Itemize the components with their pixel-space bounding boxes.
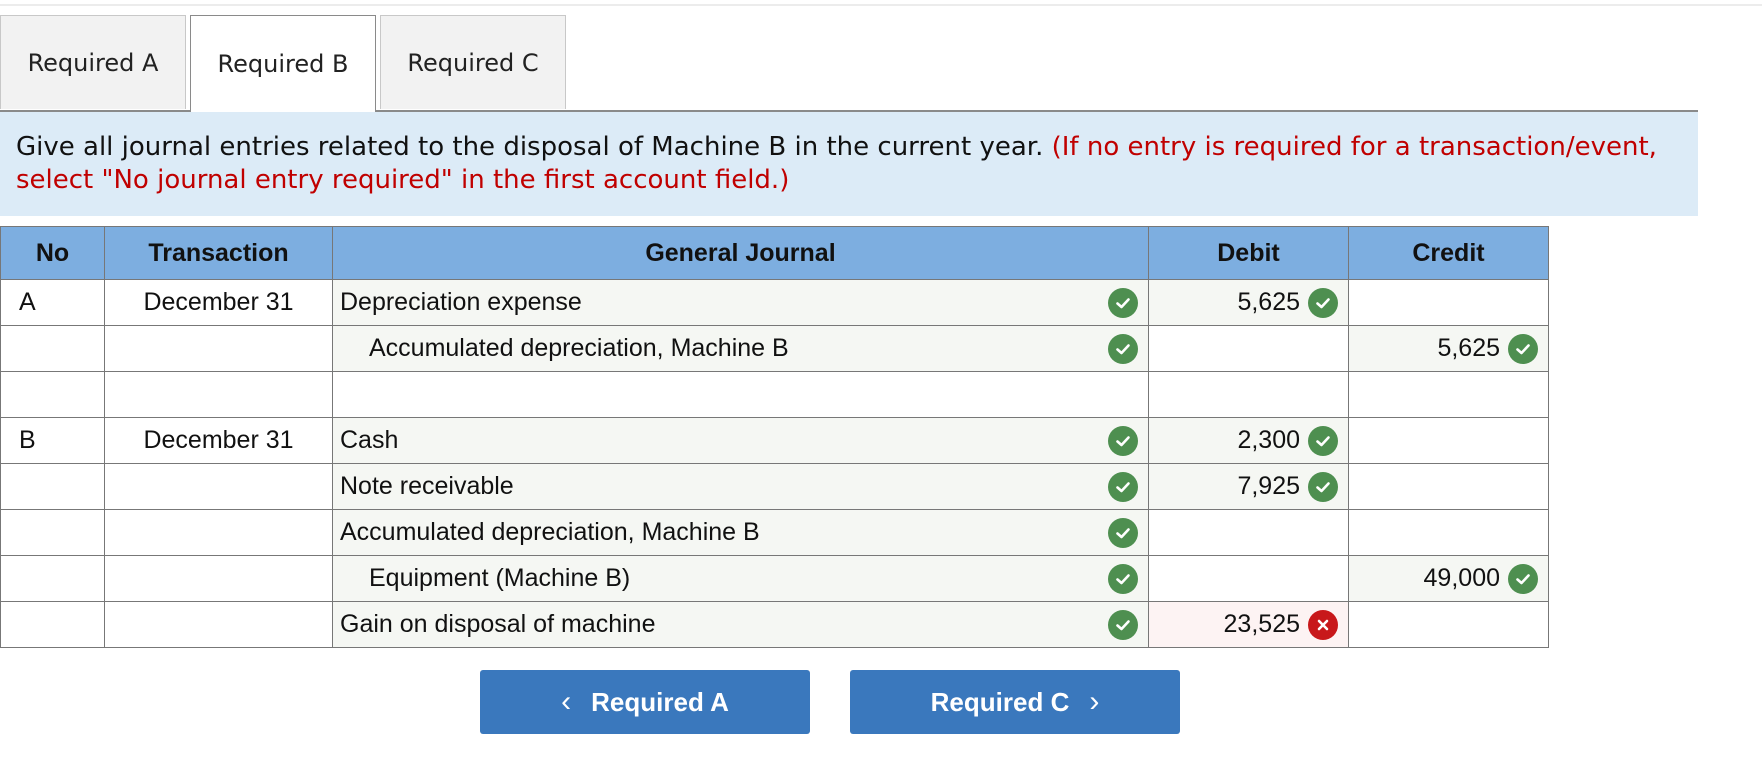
cell-transaction <box>104 601 333 648</box>
debit-amount: 5,625 <box>1237 288 1300 316</box>
x-circle-icon <box>1308 609 1338 640</box>
check-circle-icon <box>1308 287 1338 318</box>
col-header-debit: Debit <box>1148 226 1349 280</box>
debit-field[interactable] <box>1148 509 1349 556</box>
check-circle-icon <box>1108 425 1138 456</box>
account-name: Accumulated depreciation, Machine B <box>369 334 789 362</box>
check-circle-icon <box>1108 563 1138 594</box>
account-name: Equipment (Machine B) <box>369 564 631 592</box>
credit-field[interactable] <box>1348 463 1549 510</box>
cell-transaction <box>104 325 333 372</box>
tab-required-b[interactable]: Required B <box>190 15 376 112</box>
debit-amount: 23,525 <box>1223 610 1300 638</box>
credit-field[interactable] <box>1348 601 1549 648</box>
check-circle-icon <box>1108 287 1138 318</box>
account-name: Accumulated depreciation, Machine B <box>340 518 760 546</box>
check-circle-icon <box>1308 425 1338 456</box>
cell-transaction <box>104 463 333 510</box>
table-row <box>0 371 1549 418</box>
account-name: Cash <box>340 426 399 454</box>
top-divider <box>0 4 1762 6</box>
prev-required-a-button[interactable]: ‹ Required A <box>480 670 810 734</box>
table-row: B December 31 Cash 2,300 <box>0 417 1549 464</box>
tab-required-a[interactable]: Required A <box>0 15 186 109</box>
col-header-general-journal: General Journal <box>332 226 1149 280</box>
table-row: Note receivable 7,925 <box>0 463 1549 510</box>
debit-field[interactable] <box>1148 555 1349 602</box>
next-button-label: Required C <box>930 686 1070 717</box>
table-row: Accumulated depreciation, Machine B 5,625 <box>0 325 1549 372</box>
check-circle-icon <box>1108 471 1138 502</box>
check-circle-icon <box>1308 471 1338 502</box>
credit-field[interactable]: 5,625 <box>1348 325 1549 372</box>
col-header-transaction: Transaction <box>104 226 333 280</box>
journal-table: No Transaction General Journal Debit Cre… <box>0 226 1549 648</box>
tab-required-c[interactable]: Required C <box>380 15 566 109</box>
credit-field[interactable] <box>1348 371 1549 418</box>
debit-amount: 2,300 <box>1237 426 1300 454</box>
col-header-credit: Credit <box>1348 226 1549 280</box>
account-name: Gain on disposal of machine <box>340 610 656 638</box>
credit-amount: 49,000 <box>1423 564 1500 592</box>
table-row: Gain on disposal of machine 23,525 <box>0 601 1549 648</box>
check-circle-icon <box>1108 333 1138 364</box>
cell-transaction <box>104 509 333 556</box>
debit-amount: 7,925 <box>1237 472 1300 500</box>
credit-amount: 5,625 <box>1437 334 1500 362</box>
cell-no <box>0 463 105 510</box>
account-field[interactable]: Note receivable <box>332 463 1149 510</box>
check-circle-icon <box>1508 563 1538 594</box>
account-name: Note receivable <box>340 472 514 500</box>
check-circle-icon <box>1108 517 1138 548</box>
credit-field[interactable]: 49,000 <box>1348 555 1549 602</box>
cell-transaction <box>104 371 333 418</box>
credit-field[interactable] <box>1348 417 1549 464</box>
account-field[interactable]: Accumulated depreciation, Machine B <box>332 509 1149 556</box>
cell-no <box>0 601 105 648</box>
debit-field[interactable]: 5,625 <box>1148 279 1349 326</box>
cell-no <box>0 555 105 602</box>
account-field[interactable]: Accumulated depreciation, Machine B <box>332 325 1149 372</box>
table-row: Equipment (Machine B) 49,000 <box>0 555 1549 602</box>
debit-field[interactable]: 2,300 <box>1148 417 1349 464</box>
table-row: Accumulated depreciation, Machine B <box>0 509 1549 556</box>
account-field[interactable]: Depreciation expense <box>332 279 1149 326</box>
table-row: A December 31 Depreciation expense 5,625 <box>0 279 1549 326</box>
next-required-c-button[interactable]: Required C › <box>850 670 1180 734</box>
instructions-panel: Give all journal entries related to the … <box>0 111 1698 216</box>
account-field[interactable]: Equipment (Machine B) <box>332 555 1149 602</box>
col-header-no: No <box>0 226 105 280</box>
cell-transaction: December 31 <box>104 417 333 464</box>
cell-transaction: December 31 <box>104 279 333 326</box>
debit-field[interactable]: 23,525 <box>1148 601 1349 648</box>
cell-no <box>0 371 105 418</box>
debit-field[interactable]: 7,925 <box>1148 463 1349 510</box>
account-field[interactable] <box>332 371 1149 418</box>
credit-field[interactable] <box>1348 509 1549 556</box>
account-field[interactable]: Cash <box>332 417 1149 464</box>
cell-transaction <box>104 555 333 602</box>
chevron-left-icon: ‹ <box>561 685 572 718</box>
debit-field[interactable] <box>1148 325 1349 372</box>
account-name: Depreciation expense <box>340 288 582 316</box>
instructions-text: Give all journal entries related to the … <box>16 132 1044 162</box>
cell-no <box>0 509 105 556</box>
check-circle-icon <box>1508 333 1538 364</box>
prev-button-label: Required A <box>591 686 729 717</box>
table-header-row: No Transaction General Journal Debit Cre… <box>0 226 1549 280</box>
cell-no: A <box>0 279 105 326</box>
debit-field[interactable] <box>1148 371 1349 418</box>
cell-no: B <box>0 417 105 464</box>
check-circle-icon <box>1108 609 1138 640</box>
credit-field[interactable] <box>1348 279 1549 326</box>
chevron-right-icon: › <box>1089 685 1100 718</box>
cell-no <box>0 325 105 372</box>
account-field[interactable]: Gain on disposal of machine <box>332 601 1149 648</box>
journal-body: A December 31 Depreciation expense 5,625 Acc… <box>0 279 1549 648</box>
